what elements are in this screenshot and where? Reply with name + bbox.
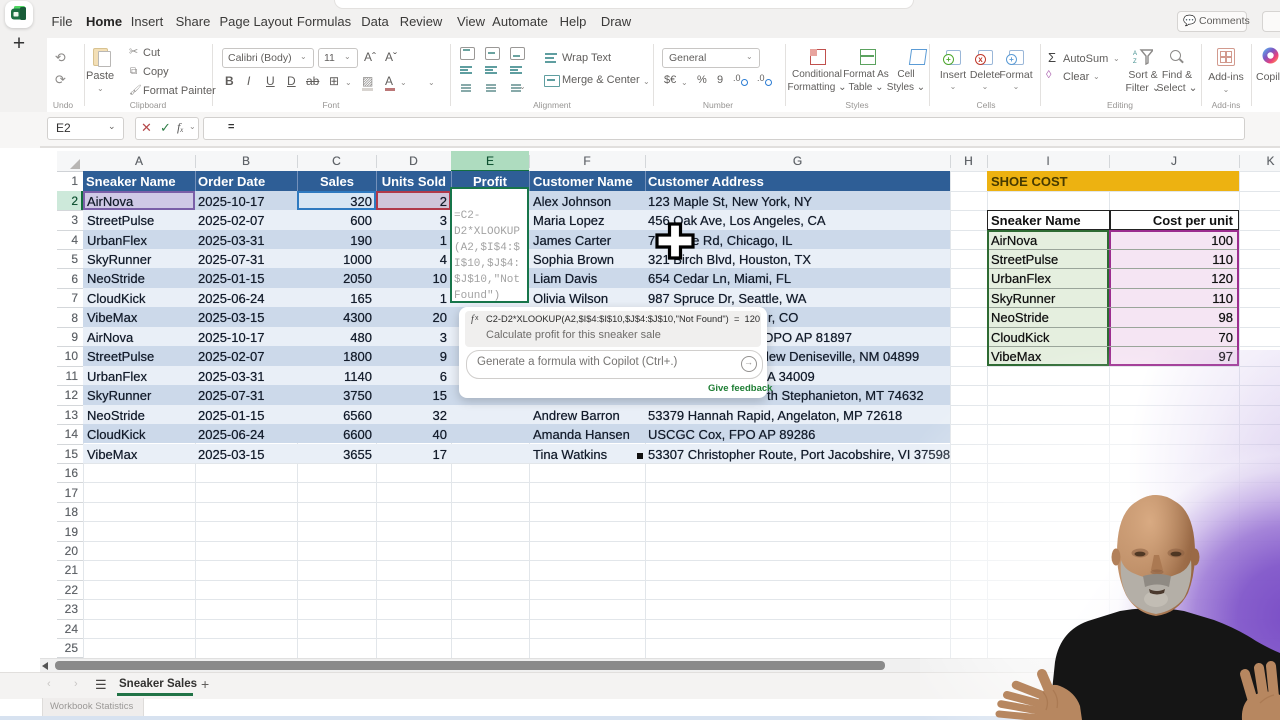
svg-text:A: A (1133, 51, 1137, 57)
svg-text:x: x (475, 315, 479, 322)
svg-text:Z: Z (1133, 59, 1137, 65)
